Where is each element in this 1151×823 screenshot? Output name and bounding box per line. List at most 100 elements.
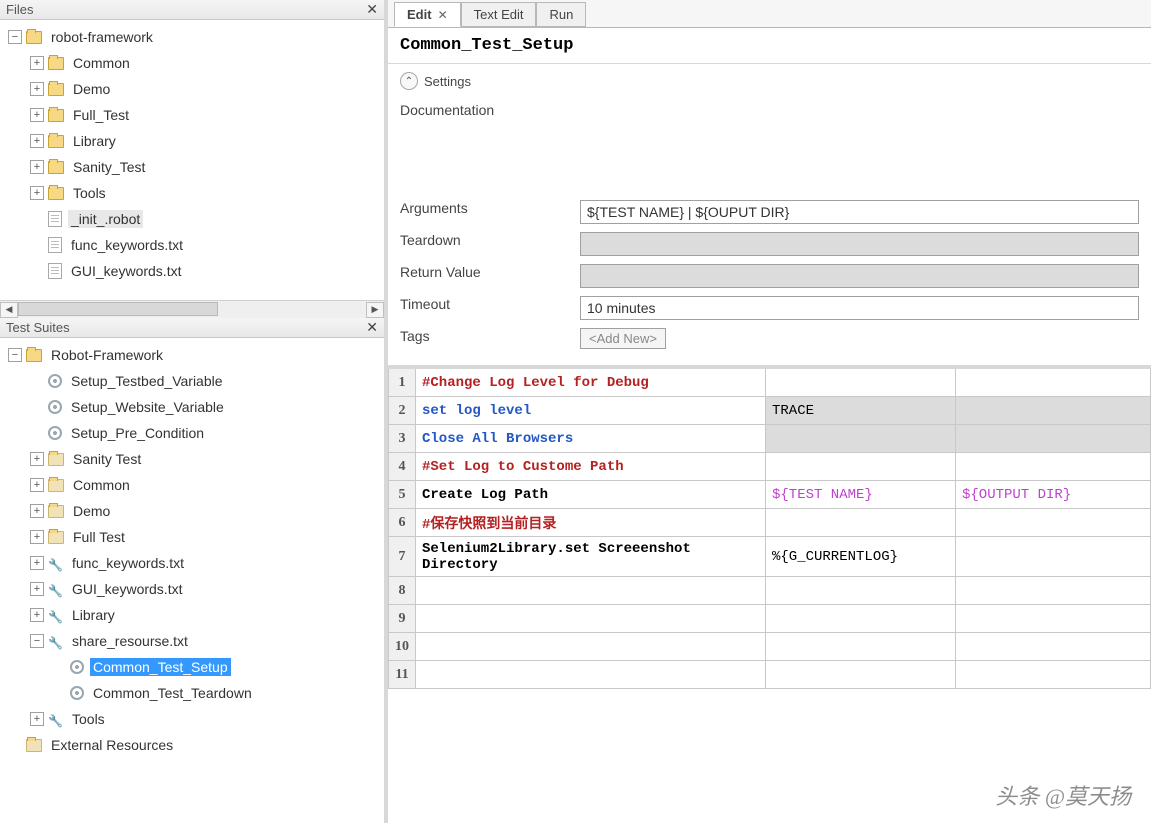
tree-item[interactable]: GUI_keywords.txt xyxy=(69,580,185,598)
timeout-input[interactable] xyxy=(580,296,1139,320)
tree-item[interactable]: share_resourse.txt xyxy=(69,632,191,650)
grid-cell[interactable] xyxy=(956,453,1151,481)
grid-cell[interactable] xyxy=(766,509,956,537)
add-tag-button[interactable]: <Add New> xyxy=(580,328,666,349)
expand-icon[interactable]: + xyxy=(30,504,44,518)
tree-item[interactable]: Common xyxy=(70,54,133,72)
expand-icon[interactable]: + xyxy=(30,452,44,466)
close-icon[interactable]: ✕ xyxy=(366,319,378,336)
grid-cell[interactable] xyxy=(766,425,956,453)
close-icon[interactable]: ✕ xyxy=(366,1,378,18)
collapse-icon[interactable]: − xyxy=(8,30,22,44)
tree-item[interactable]: func_keywords.txt xyxy=(69,554,187,572)
grid-cell[interactable]: ${TEST NAME} xyxy=(766,481,956,509)
tree-item[interactable]: Setup_Testbed_Variable xyxy=(68,372,226,390)
tree-item[interactable]: Sanity Test xyxy=(70,450,144,468)
grid-cell[interactable] xyxy=(766,369,956,397)
grid-cell[interactable]: set log level xyxy=(416,397,766,425)
expand-icon[interactable]: + xyxy=(30,186,44,200)
grid-cell[interactable] xyxy=(956,369,1151,397)
expand-icon[interactable]: + xyxy=(30,82,44,96)
expand-icon[interactable]: + xyxy=(30,108,44,122)
tree-item[interactable]: GUI_keywords.txt xyxy=(68,262,184,280)
settings-label: Settings xyxy=(424,74,471,89)
tree-item[interactable]: _init_.robot xyxy=(68,210,143,228)
grid-cell[interactable]: Create Log Path xyxy=(416,481,766,509)
grid-cell[interactable]: %{G_CURRENTLOG} xyxy=(766,537,956,577)
h-scrollbar[interactable]: ◀ ▶ xyxy=(0,300,384,318)
tree-item[interactable]: External Resources xyxy=(48,736,176,754)
grid-cell[interactable] xyxy=(766,577,956,605)
grid-cell[interactable]: #Change Log Level for Debug xyxy=(416,369,766,397)
expand-icon[interactable]: + xyxy=(30,530,44,544)
tree-item[interactable]: Full_Test xyxy=(70,106,132,124)
return-input[interactable] xyxy=(580,264,1139,288)
tree-item[interactable]: Tools xyxy=(69,710,108,728)
grid-cell[interactable]: #保存快照到当前目录 xyxy=(416,509,766,537)
expand-icon[interactable]: + xyxy=(30,582,44,596)
tab-run[interactable]: Run xyxy=(536,2,586,27)
grid-cell[interactable] xyxy=(766,453,956,481)
grid-cell[interactable] xyxy=(416,577,766,605)
teardown-input[interactable] xyxy=(580,232,1139,256)
expand-icon[interactable]: + xyxy=(30,712,44,726)
collapse-icon[interactable]: − xyxy=(30,634,44,648)
suites-tree[interactable]: −Robot-Framework Setup_Testbed_Variable … xyxy=(0,338,384,823)
grid-cell[interactable] xyxy=(956,661,1151,689)
arguments-input[interactable] xyxy=(580,200,1139,224)
grid-cell[interactable]: ${OUTPUT DIR} xyxy=(956,481,1151,509)
expand-icon[interactable]: + xyxy=(30,556,44,570)
tree-item[interactable]: Common_Test_Teardown xyxy=(90,684,255,702)
tab-text-edit[interactable]: Text Edit xyxy=(461,2,537,27)
tree-item[interactable]: Robot-Framework xyxy=(48,346,166,364)
tree-item[interactable]: Sanity_Test xyxy=(70,158,148,176)
grid-cell[interactable] xyxy=(956,633,1151,661)
expand-icon[interactable]: + xyxy=(30,478,44,492)
grid-cell[interactable] xyxy=(956,605,1151,633)
tree-item[interactable]: robot-framework xyxy=(48,28,156,46)
tab-edit[interactable]: Edit✕ xyxy=(394,2,461,27)
scroll-left-icon[interactable]: ◀ xyxy=(0,302,18,318)
tree-item[interactable]: Library xyxy=(69,606,118,624)
grid-cell[interactable] xyxy=(416,633,766,661)
expand-icon[interactable]: + xyxy=(30,608,44,622)
close-icon[interactable]: ✕ xyxy=(438,8,448,22)
row-number: 1 xyxy=(388,369,416,397)
tree-item[interactable]: Setup_Pre_Condition xyxy=(68,424,207,442)
grid-cell[interactable] xyxy=(956,509,1151,537)
grid-cell[interactable] xyxy=(766,605,956,633)
tree-item[interactable]: Library xyxy=(70,132,119,150)
args-label: Arguments xyxy=(400,200,580,216)
scroll-thumb[interactable] xyxy=(18,302,218,316)
grid-cell[interactable]: Selenium2Library.set Screeenshot Directo… xyxy=(416,537,766,577)
files-tree[interactable]: − robot-framework + Common + Demo + Full_Tes… xyxy=(0,20,384,300)
expand-icon[interactable]: + xyxy=(30,134,44,148)
grid-cell[interactable]: TRACE xyxy=(766,397,956,425)
scroll-right-icon[interactable]: ▶ xyxy=(366,302,384,318)
tree-item[interactable]: func_keywords.txt xyxy=(68,236,186,254)
keyword-grid[interactable]: 1#Change Log Level for Debug2set log lev… xyxy=(388,365,1151,689)
tree-item[interactable]: Setup_Website_Variable xyxy=(68,398,227,416)
grid-cell[interactable] xyxy=(956,577,1151,605)
grid-cell[interactable] xyxy=(416,605,766,633)
grid-cell[interactable] xyxy=(766,633,956,661)
tree-item-selected[interactable]: Common_Test_Setup xyxy=(90,658,231,676)
expand-icon[interactable]: + xyxy=(30,56,44,70)
collapse-icon[interactable]: − xyxy=(8,348,22,362)
tree-item[interactable]: Common xyxy=(70,476,133,494)
grid-cell[interactable] xyxy=(416,661,766,689)
gear-icon xyxy=(70,660,84,674)
tree-item[interactable]: Full Test xyxy=(70,528,128,546)
chevron-up-icon[interactable]: ⌃ xyxy=(400,72,418,90)
grid-cell[interactable] xyxy=(766,661,956,689)
grid-cell[interactable] xyxy=(956,537,1151,577)
grid-cell[interactable] xyxy=(956,425,1151,453)
grid-cell[interactable]: Close All Browsers xyxy=(416,425,766,453)
expand-icon[interactable]: + xyxy=(30,160,44,174)
grid-cell[interactable]: #Set Log to Custome Path xyxy=(416,453,766,481)
grid-cell[interactable] xyxy=(956,397,1151,425)
tree-item[interactable]: Demo xyxy=(70,80,113,98)
tree-item[interactable]: Tools xyxy=(70,184,109,202)
tree-item[interactable]: Demo xyxy=(70,502,113,520)
folder-icon xyxy=(48,187,64,200)
